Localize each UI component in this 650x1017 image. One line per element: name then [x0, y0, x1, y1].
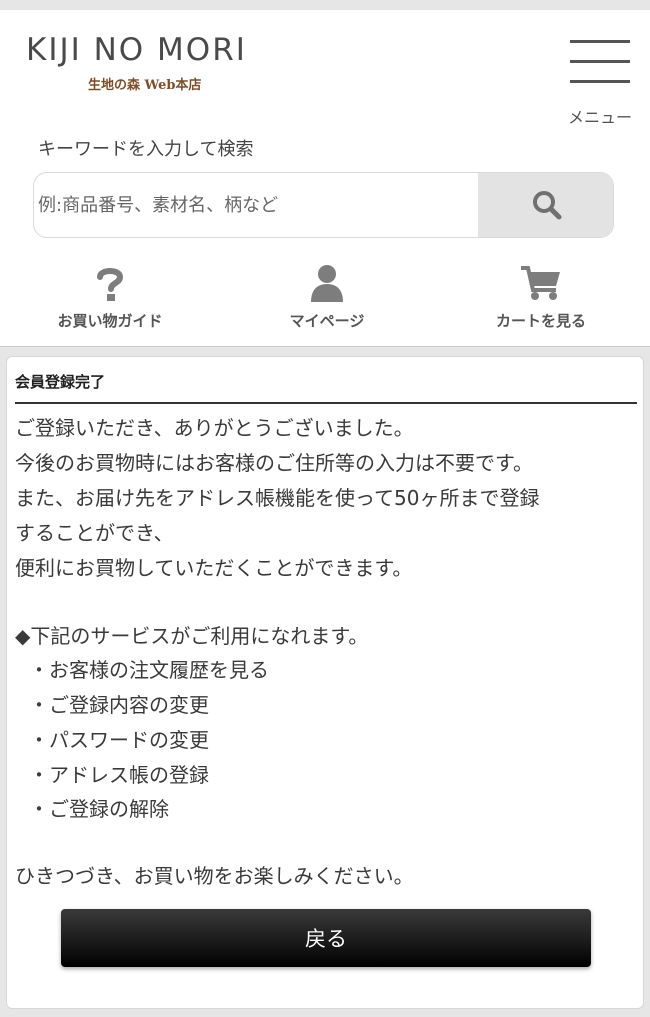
- page-title: 会員登録完了: [15, 371, 637, 404]
- message-line: 便利にお買物していただくことができます。: [15, 556, 413, 580]
- site-header: KIJI NO MORI 生地の森 Web本店 メニュー キーワードを入力して検…: [0, 10, 650, 347]
- registration-complete-panel: 会員登録完了 ご登録いただき、ありがとうございました。 今後のお買物時にはお客様…: [6, 356, 644, 1009]
- menu-label: メニュー: [567, 108, 632, 127]
- logo-sub-text: 生地の森 Web本店: [88, 78, 202, 93]
- service-item: ・ご登録内容の変更: [29, 693, 209, 717]
- back-button[interactable]: 戻る: [61, 909, 591, 967]
- site-logo[interactable]: KIJI NO MORI 生地の森 Web本店: [26, 32, 326, 93]
- cart-icon: [521, 266, 560, 300]
- search-form: [33, 172, 614, 238]
- message-line: することができ、: [15, 521, 174, 545]
- user-icon: [311, 265, 343, 302]
- cart-link[interactable]: カートを見る: [451, 262, 631, 338]
- message-line: ご登録いただき、ありがとうございました。: [15, 416, 414, 440]
- cart-label: カートを見る: [495, 312, 586, 330]
- guide-label: お買い物ガイド: [57, 312, 163, 330]
- guide-link[interactable]: お買い物ガイド: [20, 262, 200, 338]
- mypage-link[interactable]: マイページ: [237, 262, 417, 338]
- menu-button[interactable]: メニュー: [560, 30, 640, 127]
- mypage-label: マイページ: [289, 312, 365, 330]
- service-item: ・ご登録の解除: [29, 797, 169, 821]
- hamburger-bar: [570, 80, 630, 83]
- service-item: ・パスワードの変更: [29, 728, 209, 752]
- search-button[interactable]: [478, 173, 613, 237]
- message-line: また、お届け先をアドレス帳機能を使って50ヶ所まで登録: [15, 486, 540, 510]
- hamburger-bar: [570, 60, 630, 63]
- search-icon: [532, 191, 561, 220]
- service-item: ・お客様の注文履歴を見る: [29, 658, 269, 682]
- search-label: キーワードを入力して検索: [38, 139, 254, 160]
- message-line: 今後のお買物時にはお客様のご住所等の入力は不要です。: [15, 451, 533, 475]
- service-item: ・アドレス帳の登録: [29, 763, 209, 787]
- closing-message: ひきつづき、お買い物をお楽しみください。: [15, 864, 414, 888]
- logo-main-text: KIJI NO MORI: [26, 32, 247, 68]
- search-input[interactable]: [34, 173, 478, 237]
- services-heading: ◆下記のサービスがご利用になれます。: [15, 624, 369, 648]
- question-icon: [97, 268, 124, 301]
- hamburger-icon: [570, 40, 630, 43]
